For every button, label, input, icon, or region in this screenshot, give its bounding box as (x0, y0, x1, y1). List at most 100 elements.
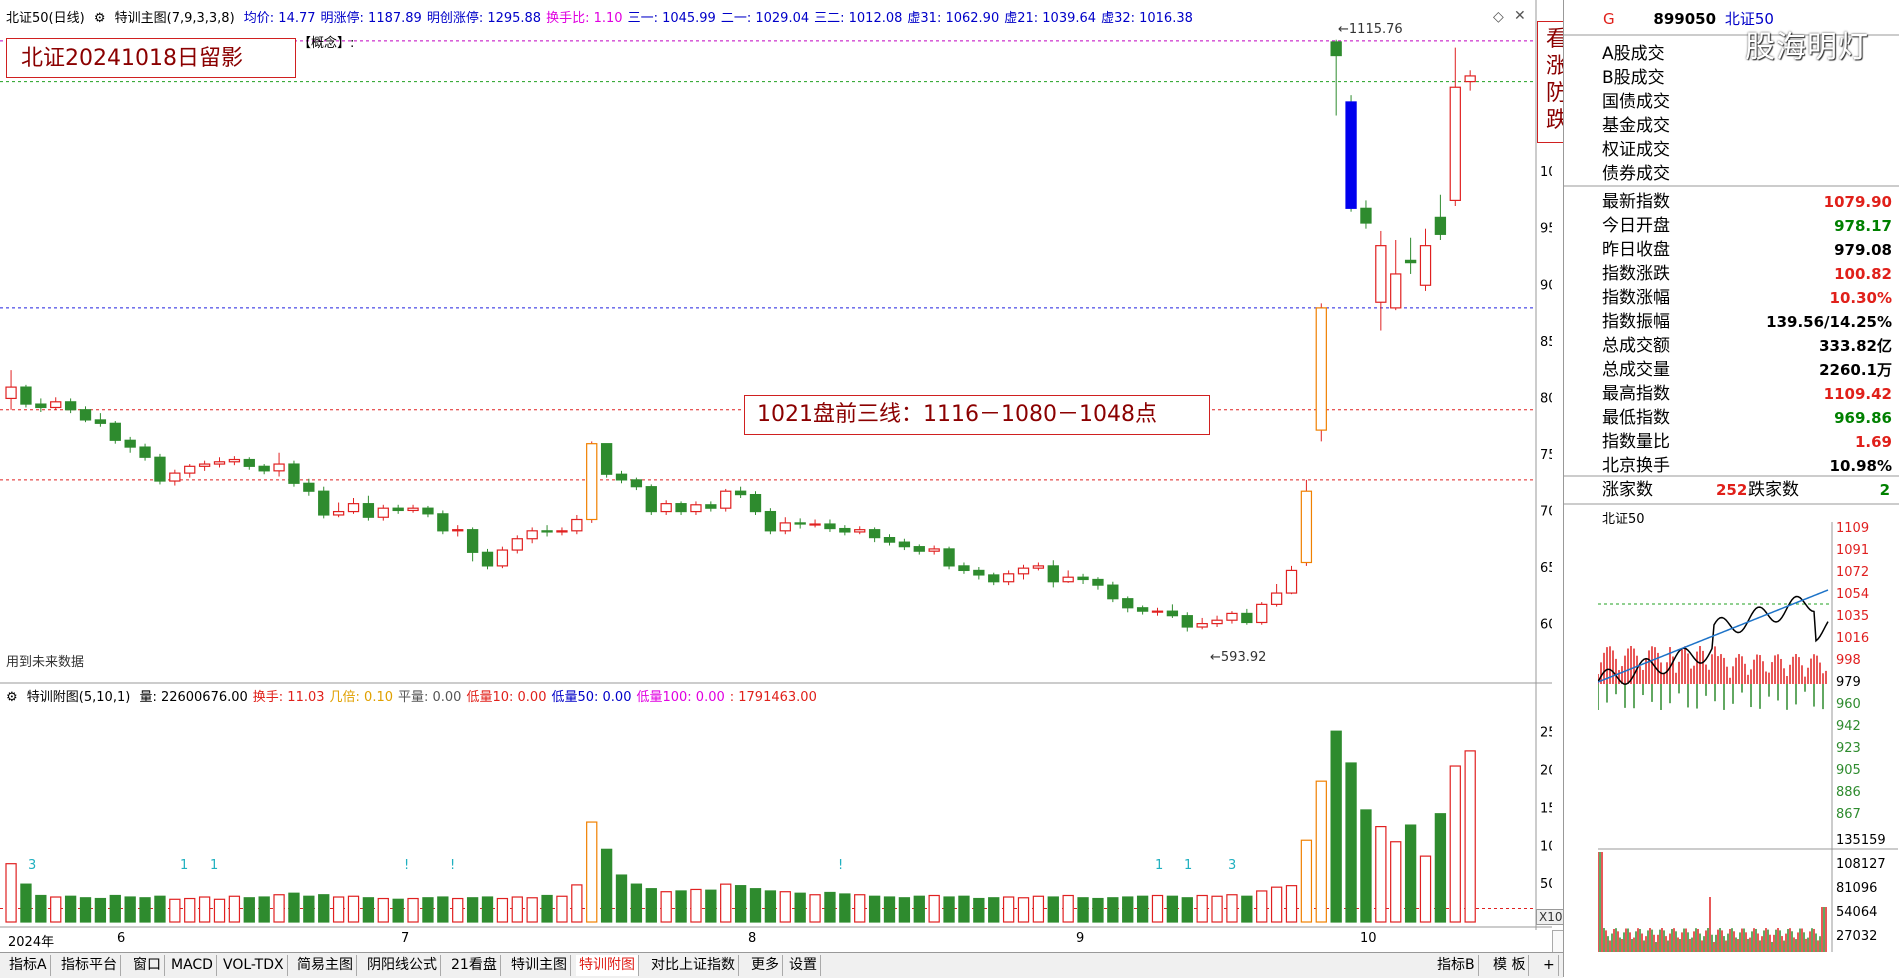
trade-type-row: B股成交 (1602, 68, 1665, 88)
candle (1077, 576, 1089, 581)
volume-bar (228, 895, 241, 923)
main-chart-panel[interactable]: 1000 950.0 900.0 850.0 800.0 750.0 700.0 650.0 6… (0, 0, 1581, 977)
candle (1256, 603, 1268, 624)
signal-mark: 3 (1228, 858, 1236, 873)
volume-bar (318, 894, 330, 923)
candle (407, 507, 419, 512)
volume-bar (1256, 890, 1268, 923)
candle (913, 546, 925, 552)
candle (1136, 607, 1149, 612)
tab-15[interactable]: + (1540, 955, 1559, 976)
sub-header-value-2: 几倍: 0.10 (329, 690, 393, 705)
tab-14[interactable]: 模 板 (1490, 955, 1530, 976)
stat-value: 2260.1万 (1819, 361, 1892, 379)
tab-9[interactable]: 特训附图 (576, 955, 639, 976)
volume-bar (1345, 762, 1357, 923)
volume-bar (124, 896, 136, 923)
volume-bar (1032, 895, 1045, 923)
signal-mark: ! (450, 858, 455, 873)
tab-10[interactable]: 对比上证指数 (648, 955, 739, 976)
mini-price-label: 923 (1836, 741, 1861, 756)
tab-8[interactable]: 特训主图 (508, 955, 571, 976)
intraday-chart[interactable]: 1109 1091 1072 1054 1035 1016 998 979 960 942 923 9… (1598, 522, 1898, 952)
stat-row: 指数振幅 139.56/14.25% (1602, 310, 1892, 334)
volume-bar (660, 891, 672, 923)
tab-7[interactable]: 21看盘 (448, 955, 501, 976)
chart-indicator-name[interactable]: 特训主图(7,9,3,3,8) (115, 11, 235, 26)
candle (928, 548, 940, 552)
settings-gear-icon[interactable]: ⚙ (94, 11, 106, 26)
settings-gear-icon[interactable]: ⚙ (6, 690, 18, 705)
candle (1241, 612, 1253, 624)
candle (20, 386, 32, 405)
tab-13[interactable]: 指标B (1434, 955, 1479, 976)
candle (526, 530, 538, 540)
candle (958, 565, 970, 572)
volume-bar (198, 896, 211, 923)
header-value-6: 三二: 1012.08 (814, 11, 903, 26)
candle (839, 527, 851, 533)
header-value-8: 虚21: 1039.64 (1004, 11, 1097, 26)
stat-value: 979.08 (1834, 241, 1892, 259)
diamond-icon[interactable]: ◇ (1493, 9, 1504, 25)
candle (541, 530, 553, 533)
index-code: 899050 (1653, 10, 1717, 28)
stat-row: 指数涨跌 100.82 (1602, 262, 1892, 286)
volume-bar (913, 895, 925, 923)
volume-bar (928, 894, 940, 923)
price-axis-label: 850.0 (1540, 335, 1552, 350)
volume-bar (1404, 824, 1417, 923)
volume-bar (1300, 839, 1313, 923)
candle (273, 463, 285, 472)
candle (571, 518, 583, 532)
volume-bar (1241, 895, 1253, 923)
volume-bar (169, 898, 181, 923)
volume-axis-label: 20000 (1540, 764, 1552, 779)
volume-bar (958, 895, 970, 923)
stat-row: 最低指数 969.86 (1602, 406, 1892, 430)
tab-2[interactable]: 窗口 (130, 955, 165, 976)
candle (496, 549, 509, 567)
tab-6[interactable]: 阴阳线公式 (364, 955, 441, 976)
volume-bar (407, 897, 419, 923)
volume-bar (779, 891, 791, 923)
stat-label: 最高指数 (1602, 384, 1670, 404)
tab-1[interactable]: 指标平台 (58, 955, 121, 976)
tab-12[interactable]: 设置 (786, 955, 821, 976)
stat-label: 指数涨幅 (1602, 288, 1670, 308)
volume-bar (392, 898, 404, 923)
mini-price-label: 1109 (1836, 522, 1869, 536)
stat-label: 总成交额 (1602, 336, 1670, 356)
header-value-5: 二一: 1029.04 (720, 11, 810, 26)
tab-3[interactable]: MACD (168, 955, 217, 976)
chart-symbol-name: 北证50(日线) (6, 11, 85, 26)
concept-label: 【概念】: (298, 36, 355, 51)
tab-4[interactable]: VOL-TDX (220, 955, 288, 976)
volume-axis-label: 15000 (1540, 801, 1552, 816)
main-chart-svg[interactable]: 1000 950.0 900.0 850.0 800.0 750.0 700.0 650.0 6… (0, 0, 1552, 930)
tab-11[interactable]: 更多 (748, 955, 783, 976)
candle (392, 507, 404, 512)
tab-5[interactable]: 简易主图 (294, 955, 357, 976)
sub-indicator-name[interactable]: 特训附图(5,10,1) (27, 690, 131, 705)
candle (1270, 592, 1283, 605)
sub-header-value-5: 低量50: 0.00 (551, 690, 632, 705)
volume-bar (1017, 897, 1030, 923)
volume-bar (1464, 750, 1476, 923)
volume-bar (794, 892, 806, 923)
sub-header-value-3: 平量: 0.00 (398, 690, 462, 705)
volume-bar (347, 895, 360, 923)
tab-0[interactable]: 指标A (6, 955, 51, 976)
price-axis-label: 600.0 (1540, 618, 1552, 633)
candle (720, 490, 732, 509)
volume-bar (1151, 894, 1164, 923)
header-value-3: 换手比: 1.10 (546, 11, 623, 26)
volume-bar (154, 895, 166, 923)
candle (258, 465, 270, 472)
candle (988, 574, 1000, 583)
close-icon[interactable]: ✕ (1514, 8, 1526, 24)
signal-mark: 1 (1184, 858, 1192, 873)
stat-value: 1079.90 (1823, 193, 1892, 211)
stat-row: 北京换手 10.98% (1602, 454, 1892, 478)
candle (243, 458, 255, 467)
